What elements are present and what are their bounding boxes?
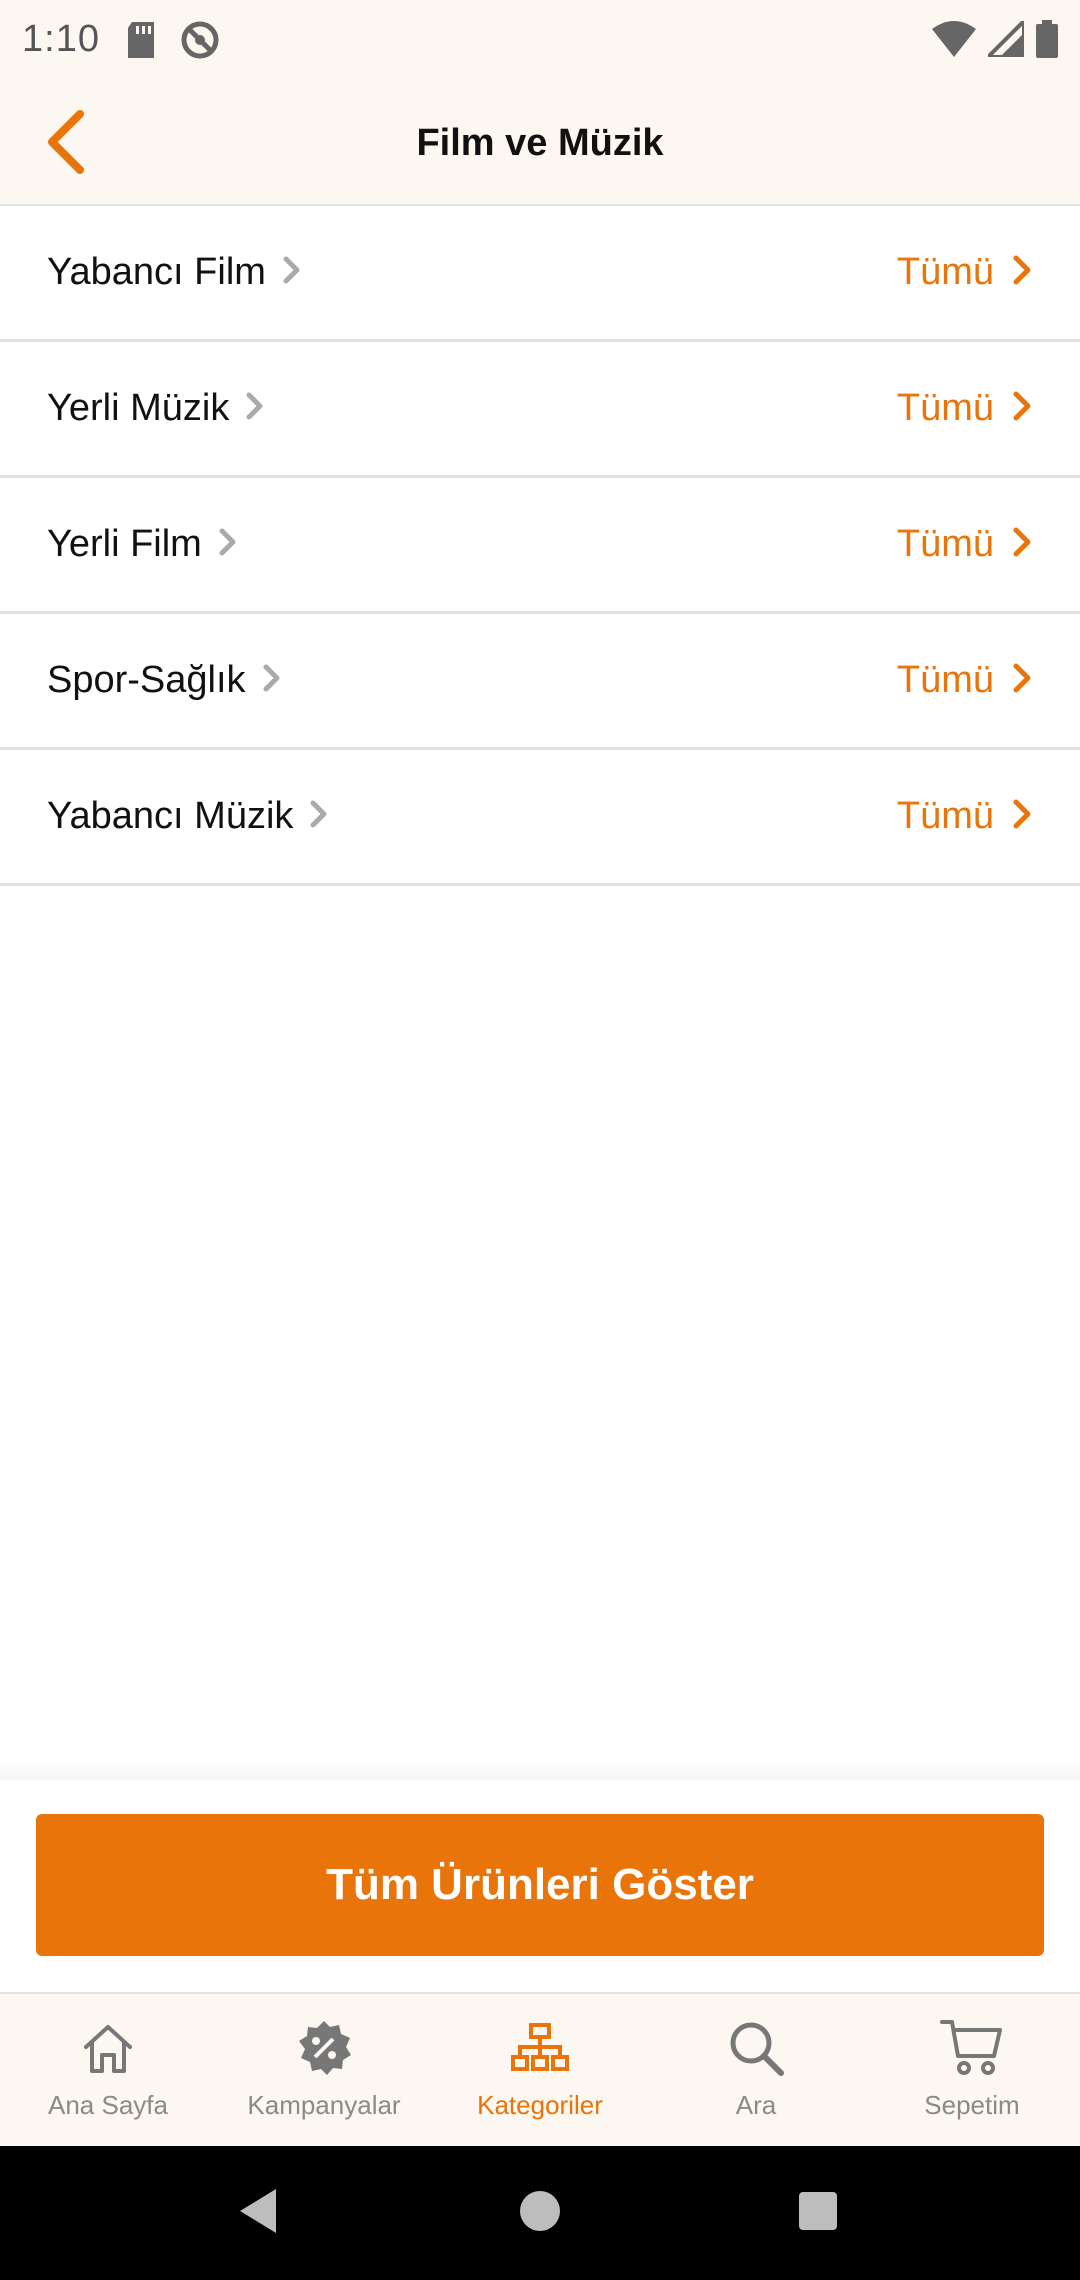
nav-item-cart[interactable]: Sepetim bbox=[864, 1994, 1080, 2148]
sd-card-icon bbox=[126, 22, 156, 63]
see-all-link[interactable]: Tümü bbox=[897, 523, 1034, 566]
chevron-right-icon bbox=[1012, 254, 1034, 291]
nav-label: Ara bbox=[735, 2090, 777, 2120]
chevron-right-icon bbox=[1012, 390, 1034, 427]
nav-label: Ana Sayfa bbox=[48, 2090, 168, 2120]
see-all-label: Tümü bbox=[896, 523, 994, 565]
home-icon bbox=[76, 2016, 140, 2080]
footer-shadow bbox=[0, 1760, 1080, 1780]
chevron-right-icon bbox=[1012, 526, 1034, 563]
nav-item-home[interactable]: Ana Sayfa bbox=[0, 1994, 216, 2148]
see-all-label: Tümü bbox=[896, 251, 994, 293]
category-row-yerli-film[interactable]: Yerli Film Tümü bbox=[0, 478, 1080, 614]
signal-icon bbox=[983, 16, 1026, 62]
nav-label: Kategoriler bbox=[477, 2090, 603, 2120]
chevron-right-icon bbox=[309, 799, 329, 834]
category-tree-icon bbox=[508, 2016, 572, 2080]
category-row-yabanci-film[interactable]: Yabancı Film Tümü bbox=[0, 206, 1080, 342]
see-all-link[interactable]: Tümü bbox=[897, 251, 1034, 294]
see-all-label: Tümü bbox=[896, 659, 994, 701]
status-time: 1:10 bbox=[22, 18, 100, 60]
status-bar: 1:10 bbox=[0, 0, 1080, 84]
do-not-disturb-icon bbox=[180, 20, 220, 65]
system-recents-icon[interactable] bbox=[796, 2186, 840, 2241]
cart-icon bbox=[940, 2016, 1004, 2080]
nav-label: Sepetim bbox=[924, 2090, 1020, 2120]
see-all-link[interactable]: Tümü bbox=[897, 387, 1034, 430]
system-nav-bar bbox=[0, 2146, 1080, 2280]
show-all-products-button[interactable]: Tüm Ürünleri Göster bbox=[36, 1814, 1044, 1956]
chevron-right-icon bbox=[245, 391, 265, 426]
category-name: Yerli Müzik bbox=[47, 387, 230, 429]
discount-badge-icon bbox=[292, 2016, 356, 2080]
see-all-link[interactable]: Tümü bbox=[897, 659, 1034, 702]
chevron-right-icon bbox=[1012, 662, 1034, 699]
category-name: Yabancı Film bbox=[47, 251, 266, 293]
search-icon bbox=[724, 2016, 788, 2080]
chevron-right-icon bbox=[262, 663, 282, 698]
bottom-nav: Ana Sayfa Kampanyalar Kategoriler Ara Se… bbox=[0, 1992, 1080, 2148]
system-home-icon[interactable] bbox=[518, 2186, 562, 2241]
nav-item-categories[interactable]: Kategoriler bbox=[432, 1994, 648, 2148]
category-name-group: Yabancı Film bbox=[47, 251, 302, 294]
see-all-link[interactable]: Tümü bbox=[897, 795, 1034, 838]
status-left-icons bbox=[126, 20, 220, 65]
see-all-label: Tümü bbox=[896, 795, 994, 837]
category-name-group: Yabancı Müzik bbox=[47, 795, 329, 838]
category-name-group: Yerli Müzik bbox=[47, 387, 265, 430]
status-right-icons bbox=[932, 16, 1058, 63]
battery-icon bbox=[1036, 20, 1058, 63]
page-title: Film ve Müzik bbox=[416, 122, 664, 164]
app-bar: Film ve Müzik bbox=[0, 84, 1080, 206]
category-list: Yabancı Film Tümü Yerli Müzik Tümü Yerli… bbox=[0, 206, 1080, 886]
chevron-right-icon bbox=[1012, 798, 1034, 835]
category-name-group: Spor-Sağlık bbox=[47, 659, 282, 702]
chevron-right-icon bbox=[282, 255, 302, 290]
chevron-right-icon bbox=[218, 527, 238, 562]
category-row-yerli-muzik[interactable]: Yerli Müzik Tümü bbox=[0, 342, 1080, 478]
system-back-icon[interactable] bbox=[236, 2186, 280, 2241]
category-name: Yabancı Müzik bbox=[47, 795, 294, 837]
category-name: Spor-Sağlık bbox=[47, 659, 246, 701]
category-row-spor-saglik[interactable]: Spor-Sağlık Tümü bbox=[0, 614, 1080, 750]
category-name: Yerli Film bbox=[47, 523, 202, 565]
nav-item-search[interactable]: Ara bbox=[648, 1994, 864, 2148]
category-row-yabanci-muzik[interactable]: Yabancı Müzik Tümü bbox=[0, 750, 1080, 886]
category-name-group: Yerli Film bbox=[47, 523, 238, 566]
see-all-label: Tümü bbox=[896, 387, 994, 429]
wifi-icon bbox=[932, 21, 976, 62]
nav-item-campaigns[interactable]: Kampanyalar bbox=[216, 1994, 432, 2148]
nav-label: Kampanyalar bbox=[247, 2090, 401, 2120]
